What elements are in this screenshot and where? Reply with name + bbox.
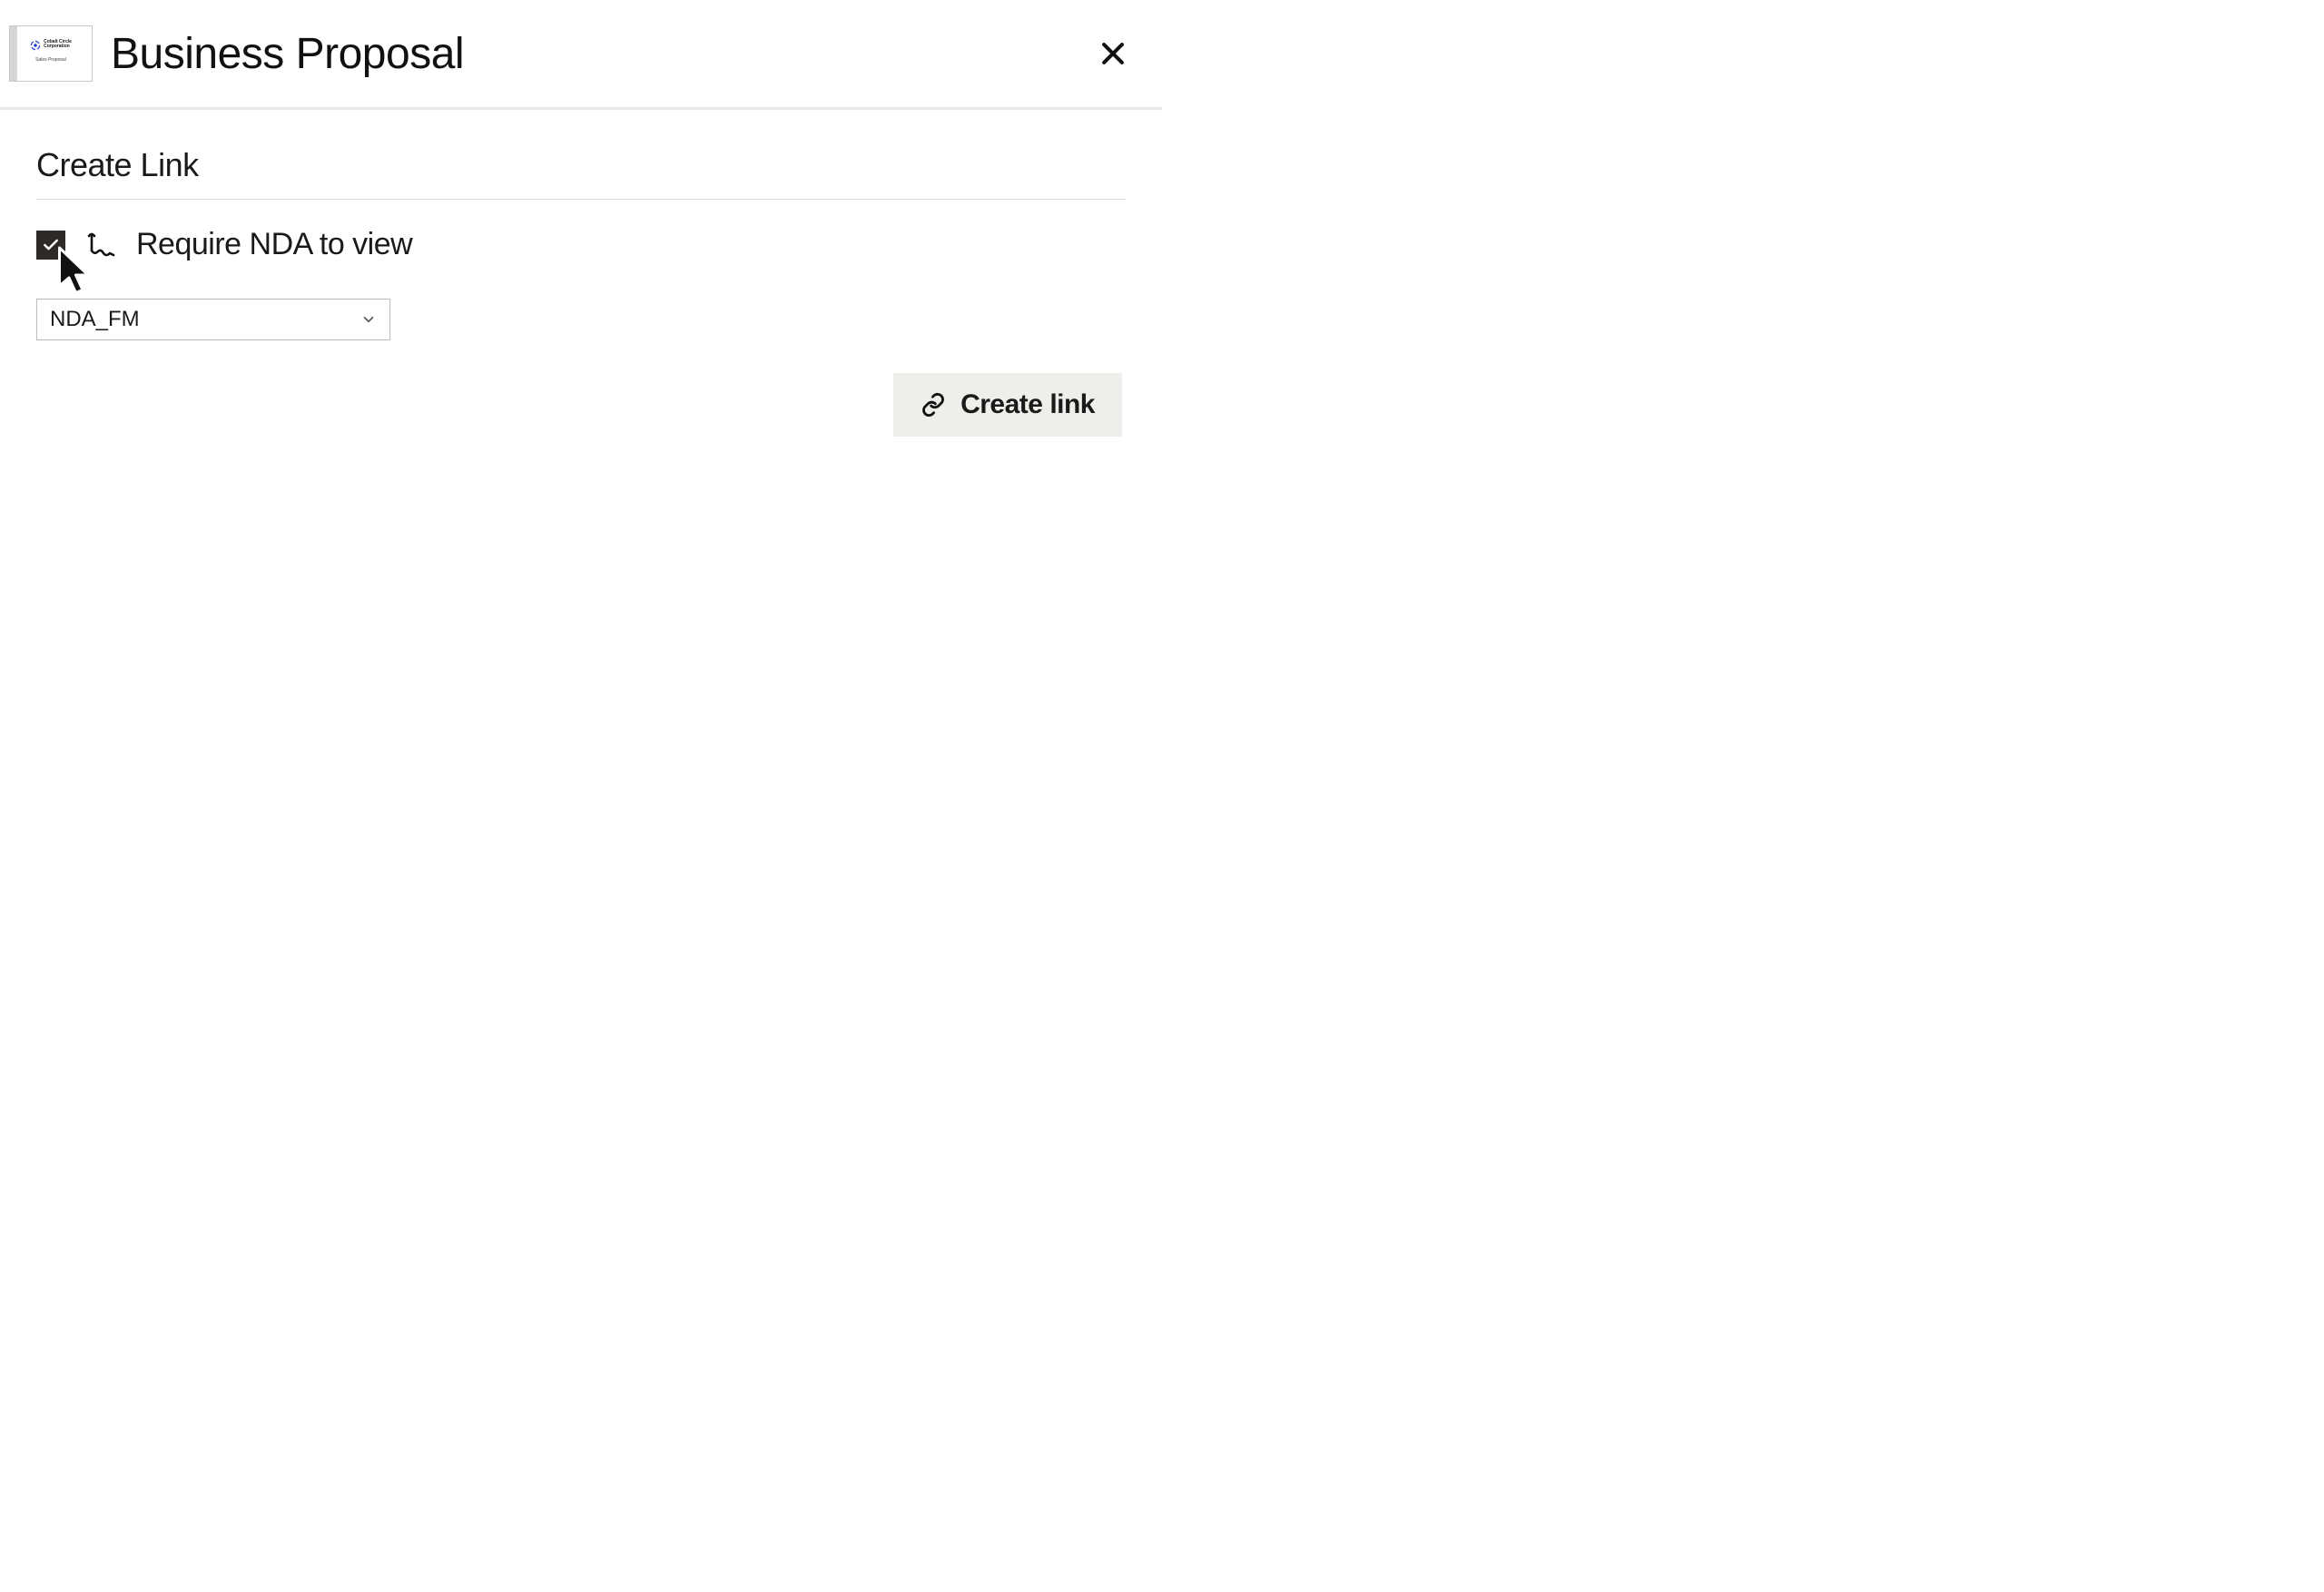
button-row: Create link <box>36 373 1126 437</box>
create-link-button[interactable]: Create link <box>893 373 1122 437</box>
thumbnail-logo-row: Cobalt Circle Corporation <box>30 39 72 50</box>
thumbnail-company: Cobalt Circle Corporation <box>44 40 72 49</box>
document-thumbnail: Cobalt Circle Corporation Sales Proposal <box>9 25 93 82</box>
require-nda-label: Require NDA to view <box>136 227 412 262</box>
chevron-down-icon <box>360 311 377 328</box>
require-nda-option: Require NDA to view <box>36 227 1126 262</box>
thumbnail-subtitle: Sales Proposal <box>35 57 66 63</box>
section-title: Create Link <box>36 146 1126 200</box>
dropdown-selected-value: NDA_FM <box>50 307 140 332</box>
thumbnail-company-line2: Corporation <box>44 44 72 49</box>
cobalt-logo-icon <box>30 39 41 50</box>
link-icon <box>921 392 946 418</box>
create-link-button-label: Create link <box>960 389 1095 420</box>
check-icon <box>42 236 60 254</box>
page-title: Business Proposal <box>111 29 464 79</box>
dialog-content: Create Link Require NDA to view NDA_FM <box>0 110 1162 437</box>
close-button[interactable] <box>1095 35 1131 72</box>
close-icon <box>1098 38 1128 69</box>
dialog-header: Cobalt Circle Corporation Sales Proposal… <box>0 0 1162 110</box>
require-nda-checkbox[interactable] <box>36 231 65 260</box>
thumbnail-accent <box>10 26 17 81</box>
nda-template-dropdown[interactable]: NDA_FM <box>36 299 390 340</box>
signature-icon <box>85 230 116 260</box>
